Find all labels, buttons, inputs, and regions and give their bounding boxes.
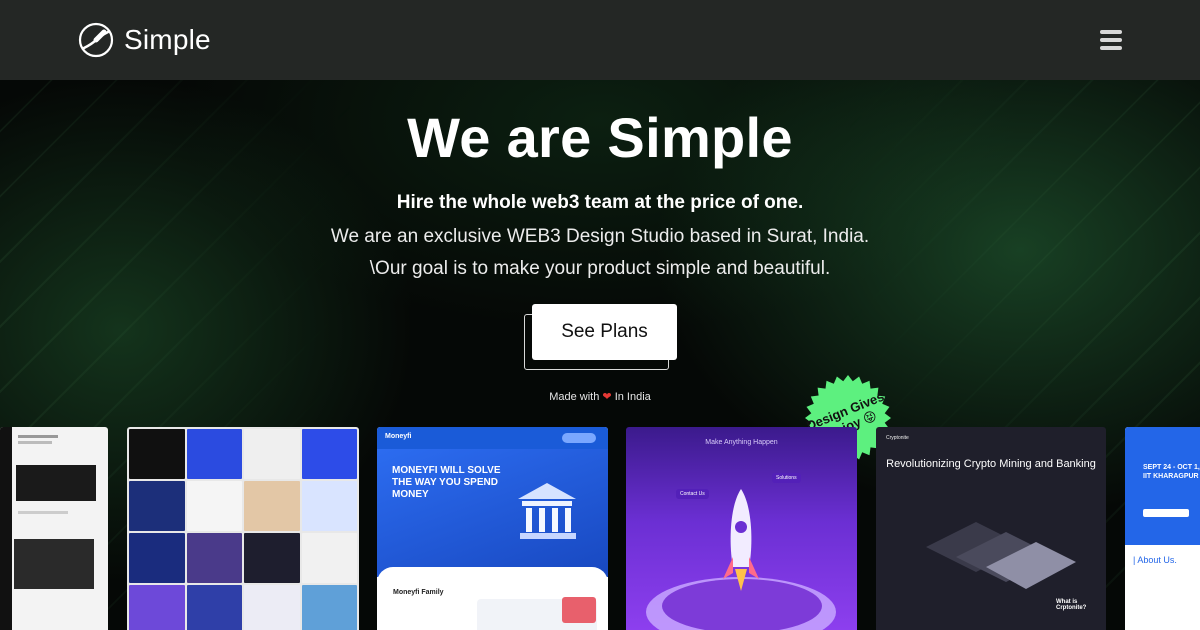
heart-icon: ❤ (602, 391, 612, 403)
made-with-text: Made with (549, 391, 600, 403)
phones-illustration-icon (926, 522, 1076, 589)
about-us-heading: | About Us. (1133, 555, 1177, 565)
in-india-text: In India (614, 391, 651, 403)
contact-us-chip: Contact Us (676, 489, 709, 499)
hero-tagline: Hire the whole web3 team at the price of… (396, 192, 804, 213)
portfolio-mosaic (127, 427, 359, 630)
see-plans-button[interactable]: See Plans (532, 304, 677, 360)
portfolio-card-1[interactable] (0, 427, 108, 630)
portfolio-card-2[interactable] (127, 427, 359, 630)
cryptonite-headline: Revolutionizing Crypto Mining and Bankin… (876, 457, 1106, 472)
hero-description-line-2: \Our goal is to make your product simple… (369, 258, 831, 279)
solutions-chip: Solutions (772, 473, 801, 483)
rocket-headline: Make Anything Happen (705, 439, 778, 446)
moneyfi-logo: Moneyfi (385, 433, 412, 440)
cryptonite-subheading: What is Crptonite? (1056, 599, 1087, 611)
portfolio-card-event[interactable]: SEPT 24 - OCT 1, IIT KHARAGPUR | About U… (1125, 427, 1200, 630)
hero-description-line-1: We are an exclusive WEB3 Design Studio b… (330, 226, 870, 247)
made-in-india-note: Made with ❤ In India (0, 390, 1200, 403)
rocket-illustration-icon (723, 489, 759, 591)
cta-wrapper: See Plans (524, 304, 677, 370)
portfolio-card-rocket[interactable]: Make Anything Happen Solutions Contact U… (626, 427, 857, 630)
brand-name: Simple (124, 24, 211, 55)
hamburger-menu-icon[interactable] (1100, 30, 1122, 50)
top-navbar: Simple (0, 0, 1200, 80)
moneyfi-family-heading: Moneyfi Family (393, 589, 444, 596)
moneyfi-headline: MONEYFI WILL SOLVE THE WAY YOU SPEND MON… (392, 465, 501, 500)
brand[interactable]: Simple (78, 22, 211, 58)
logo-circle-icon (78, 22, 114, 58)
cryptonite-headline-text: Revolutionizing Crypto Mining and Bankin… (886, 458, 1096, 470)
portfolio-card-cryptonite[interactable]: Cryptonite Revolutionizing Crypto Mining… (876, 427, 1106, 630)
hero-title: We are Simple (407, 106, 793, 169)
event-date: SEPT 24 - OCT 1, IIT KHARAGPUR (1143, 464, 1200, 480)
bank-illustration-icon (518, 483, 576, 539)
cryptonite-logo: Cryptonite (886, 435, 909, 441)
portfolio-card-moneyfi[interactable]: Moneyfi MONEYFI WILL SOLVE THE WAY YOU S… (377, 427, 608, 630)
